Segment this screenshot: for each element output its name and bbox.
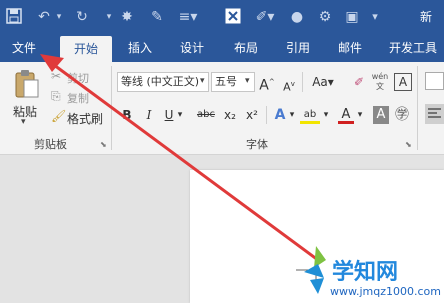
watermark-brand: 学知网 — [332, 260, 399, 285]
watermark-url: www.jmqz1000.com — [330, 285, 441, 298]
